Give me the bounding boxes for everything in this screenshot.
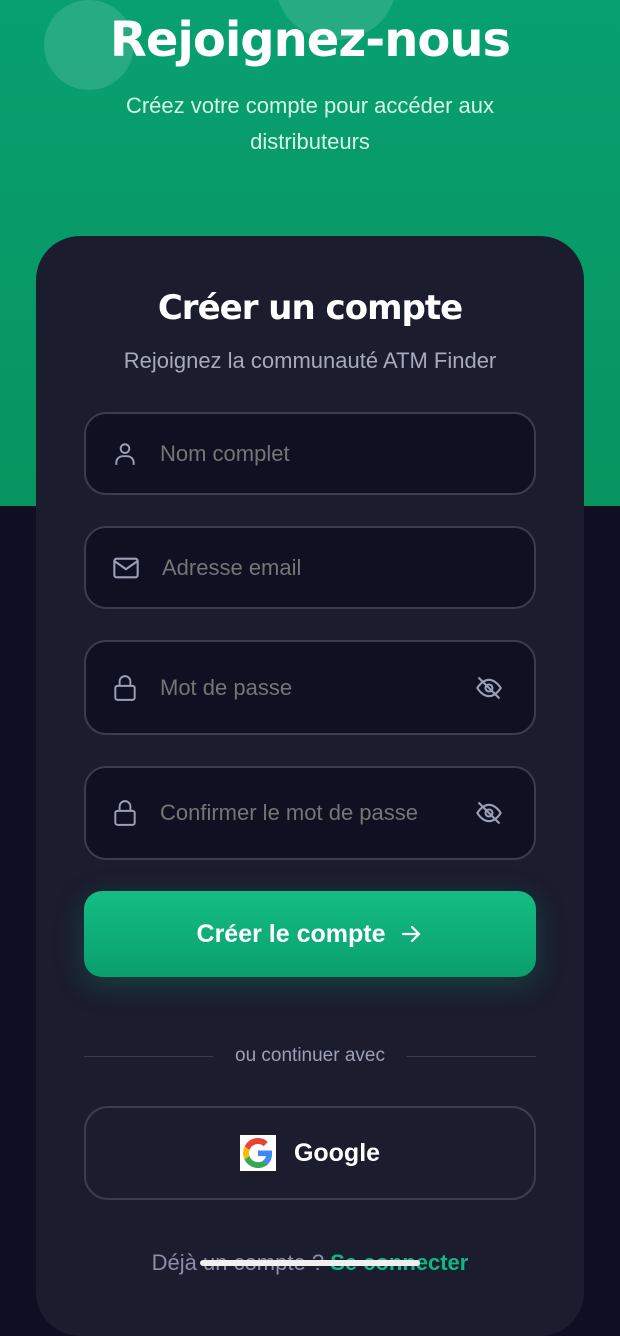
create-account-button[interactable]: Créer le compte xyxy=(84,891,536,977)
lock-icon xyxy=(114,674,136,701)
google-icon xyxy=(239,1135,276,1171)
divider: ou continuer avec xyxy=(84,1045,536,1067)
full-name-field[interactable] xyxy=(84,412,536,495)
email-input[interactable] xyxy=(162,554,534,581)
mail-icon xyxy=(113,557,139,578)
eye-off-icon[interactable] xyxy=(474,674,504,702)
user-icon xyxy=(115,442,135,465)
arrow-right-icon xyxy=(402,925,422,943)
eye-off-icon[interactable] xyxy=(474,799,504,827)
card-title: Créer un compte xyxy=(157,288,463,328)
create-account-label: Créer le compte xyxy=(196,919,386,948)
divider-text: ou continuer avec xyxy=(235,1045,385,1066)
card-subtitle: Rejoignez la communauté ATM Finder xyxy=(123,348,497,373)
home-indicator xyxy=(200,1260,420,1266)
google-label: Google xyxy=(293,1138,381,1167)
confirm-password-field[interactable] xyxy=(84,766,536,860)
divider-line xyxy=(407,1055,536,1057)
lock-icon xyxy=(114,800,136,826)
hero-subtitle: Créez votre compte pour accéder aux dist… xyxy=(125,93,495,154)
email-field[interactable] xyxy=(84,526,536,609)
divider-line xyxy=(84,1055,213,1057)
password-field[interactable] xyxy=(84,640,536,735)
full-name-input[interactable] xyxy=(160,440,534,467)
google-signin-button[interactable]: Google xyxy=(84,1106,536,1200)
hero-title: Rejoignez-nous xyxy=(109,12,511,68)
